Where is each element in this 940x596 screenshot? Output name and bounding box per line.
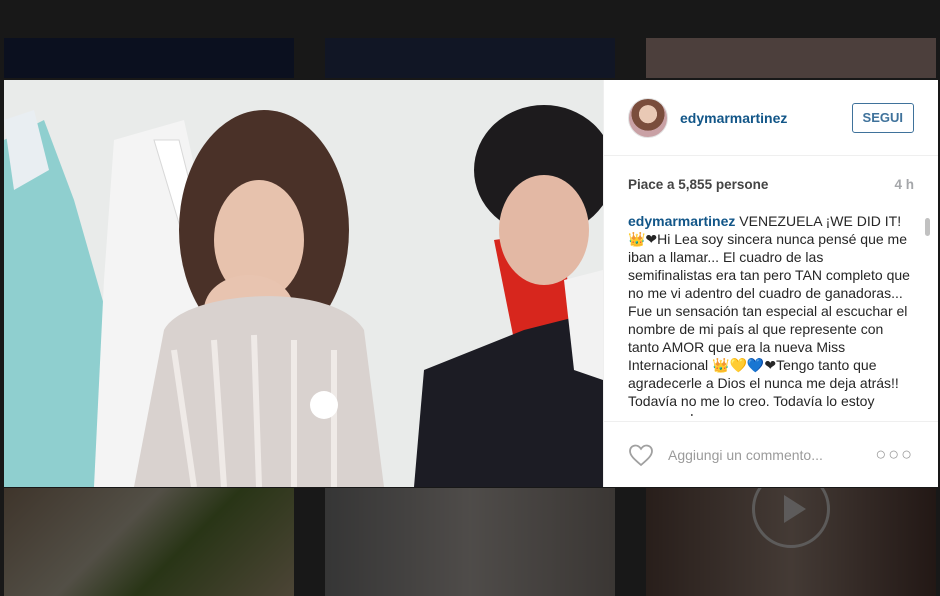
caption-text: VENEZUELA ¡WE DID IT! 👑❤Hi Lea soy since… [628,213,910,416]
follow-button[interactable]: SEGUI [851,102,914,133]
post-caption: edymarmartinez VENEZUELA ¡WE DID IT! 👑❤H… [628,212,918,416]
caption-scrollbar[interactable] [925,218,930,236]
heart-outline-icon[interactable] [628,443,654,467]
post-sidebar: edymarmartinez SEGUI Piace a 5,855 perso… [603,80,938,487]
caption-author-link[interactable]: edymarmartinez [628,213,735,229]
post-header: edymarmartinez SEGUI [604,80,938,156]
caption-scroll-area[interactable]: edymarmartinez VENEZUELA ¡WE DID IT! 👑❤H… [628,212,918,416]
likes-count[interactable]: Piace a 5,855 persone [628,177,768,192]
comment-bar: Aggiungi un commento... ○○○ [604,421,938,487]
post-timestamp[interactable]: 4 h [894,177,914,192]
user-avatar[interactable] [628,97,668,138]
more-options-icon[interactable]: ○○○ [875,444,914,465]
post-photo-illustration [4,80,603,487]
post-modal: edymarmartinez SEGUI Piace a 5,855 perso… [4,80,938,487]
username-link[interactable]: edymarmartinez [680,110,852,126]
post-stats: Piace a 5,855 persone 4 h [604,156,938,212]
post-photo [4,80,603,487]
comment-input[interactable]: Aggiungi un commento... [668,447,875,463]
